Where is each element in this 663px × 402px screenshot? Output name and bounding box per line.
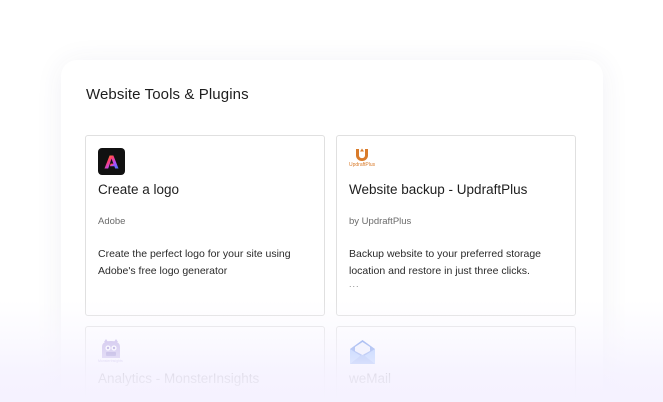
card-description: Backup website to your preferred storage…: [349, 248, 542, 277]
monsterinsights-logo-text: MonsterInsights: [98, 359, 123, 363]
card-title: Website backup - UpdraftPlus: [349, 182, 528, 197]
card-title: weMail: [349, 371, 392, 386]
plugin-card-analytics[interactable]: MonsterInsights Analytics - MonsterInsig…: [85, 326, 325, 402]
plugin-card-website-backup[interactable]: UpdraftPlus Website backup - UpdraftPlus…: [336, 135, 576, 316]
plugin-card-wemail[interactable]: weMail: [336, 326, 576, 402]
card-more-indicator: ...: [349, 279, 360, 289]
monsterinsights-logo-icon: MonsterInsights: [98, 339, 125, 366]
section-title: Website Tools & Plugins: [86, 86, 249, 103]
updraftplus-logo-text: UpdraftPlus: [349, 162, 376, 168]
card-title: Analytics - MonsterInsights: [98, 371, 260, 386]
card-description: Create the perfect logo for your site us…: [98, 248, 291, 277]
wemail-envelope-icon: [349, 339, 376, 366]
card-author: Adobe: [98, 216, 126, 227]
card-title: Create a logo: [98, 182, 180, 197]
adobe-logo-icon: [98, 148, 125, 175]
plugin-card-create-logo[interactable]: Create a logo Adobe Create the perfect l…: [85, 135, 325, 316]
tools-plugins-panel: Website Tools & Plugins Create a logo Ad…: [61, 60, 603, 402]
updraftplus-logo-icon: UpdraftPlus: [349, 148, 376, 175]
card-author: by UpdraftPlus: [349, 216, 412, 227]
